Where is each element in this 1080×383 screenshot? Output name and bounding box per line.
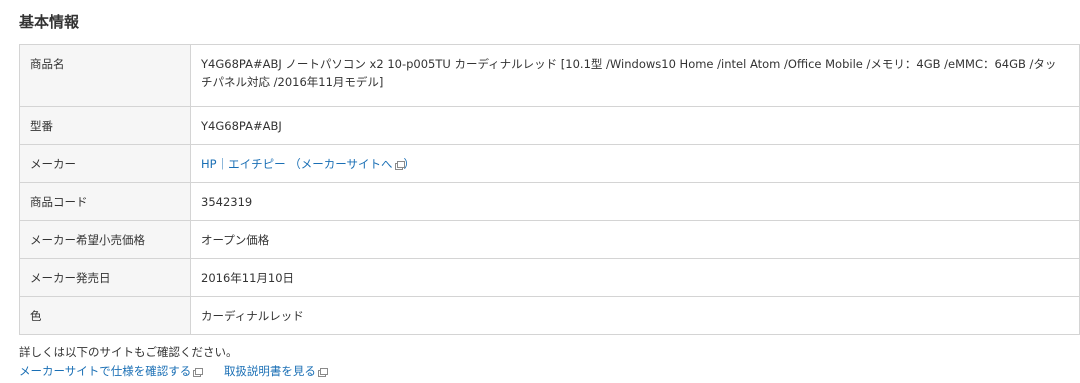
spec-value-maker: HP｜エイチピー （メーカーサイトへ ） — [190, 144, 1080, 183]
maker-spec-link-label: メーカーサイトで仕様を確認する — [19, 364, 192, 378]
spec-row-release-date: メーカー発売日 2016年11月10日 — [19, 258, 1080, 297]
spec-value-color: カーディナルレッド — [190, 296, 1080, 335]
spec-value-product-code: 3542319 — [190, 182, 1080, 221]
spec-label-retail-price: メーカー希望小売価格 — [19, 220, 191, 259]
external-window-icon — [394, 161, 405, 170]
maker-link[interactable]: HP｜エイチピー — [201, 157, 286, 171]
manual-link-label: 取扱説明書を見る — [223, 364, 316, 378]
maker-site-link-label: （メーカーサイトへ — [289, 157, 393, 171]
footer-note: 詳しくは以下のサイトもご確認ください。 — [19, 345, 238, 359]
spec-row-model-number: 型番 Y4G68PA#ABJ — [19, 106, 1080, 145]
spec-label-model-number: 型番 — [19, 106, 191, 145]
spec-label-product-name: 商品名 — [19, 44, 191, 107]
spec-row-product-code: 商品コード 3542319 — [19, 182, 1080, 221]
maker-site-link-close: ） — [403, 157, 416, 171]
spec-label-product-code: 商品コード — [19, 182, 191, 221]
manual-link[interactable]: 取扱説明書を見る — [223, 364, 328, 378]
spec-row-product-name: 商品名 Y4G68PA#ABJ ノートパソコン x2 10-p005TU カーデ… — [19, 44, 1080, 107]
spec-row-maker: メーカー HP｜エイチピー （メーカーサイトへ ） — [19, 144, 1080, 183]
spec-value-product-name: Y4G68PA#ABJ ノートパソコン x2 10-p005TU カーディナルレ… — [190, 44, 1080, 107]
maker-site-link[interactable]: （メーカーサイトへ ） — [289, 157, 415, 171]
external-window-icon — [317, 368, 328, 377]
external-window-icon — [193, 368, 204, 377]
spec-label-release-date: メーカー発売日 — [19, 258, 191, 297]
spec-label-maker: メーカー — [19, 144, 191, 183]
section-title: 基本情報 — [19, 13, 80, 31]
product-info-page: 基本情報 商品名 Y4G68PA#ABJ ノートパソコン x2 10-p005T… — [0, 0, 1080, 383]
spec-value-model-number: Y4G68PA#ABJ — [190, 106, 1080, 145]
spec-row-color: 色 カーディナルレッド — [19, 296, 1080, 335]
spec-value-release-date: 2016年11月10日 — [190, 258, 1080, 297]
spec-table: 商品名 Y4G68PA#ABJ ノートパソコン x2 10-p005TU カーデ… — [19, 44, 1080, 335]
spec-label-color: 色 — [19, 296, 191, 335]
footer-links: メーカーサイトで仕様を確認する 取扱説明書を見る — [19, 363, 328, 379]
spec-value-retail-price: オープン価格 — [190, 220, 1080, 259]
spec-row-retail-price: メーカー希望小売価格 オープン価格 — [19, 220, 1080, 259]
maker-spec-link[interactable]: メーカーサイトで仕様を確認する — [19, 364, 204, 378]
